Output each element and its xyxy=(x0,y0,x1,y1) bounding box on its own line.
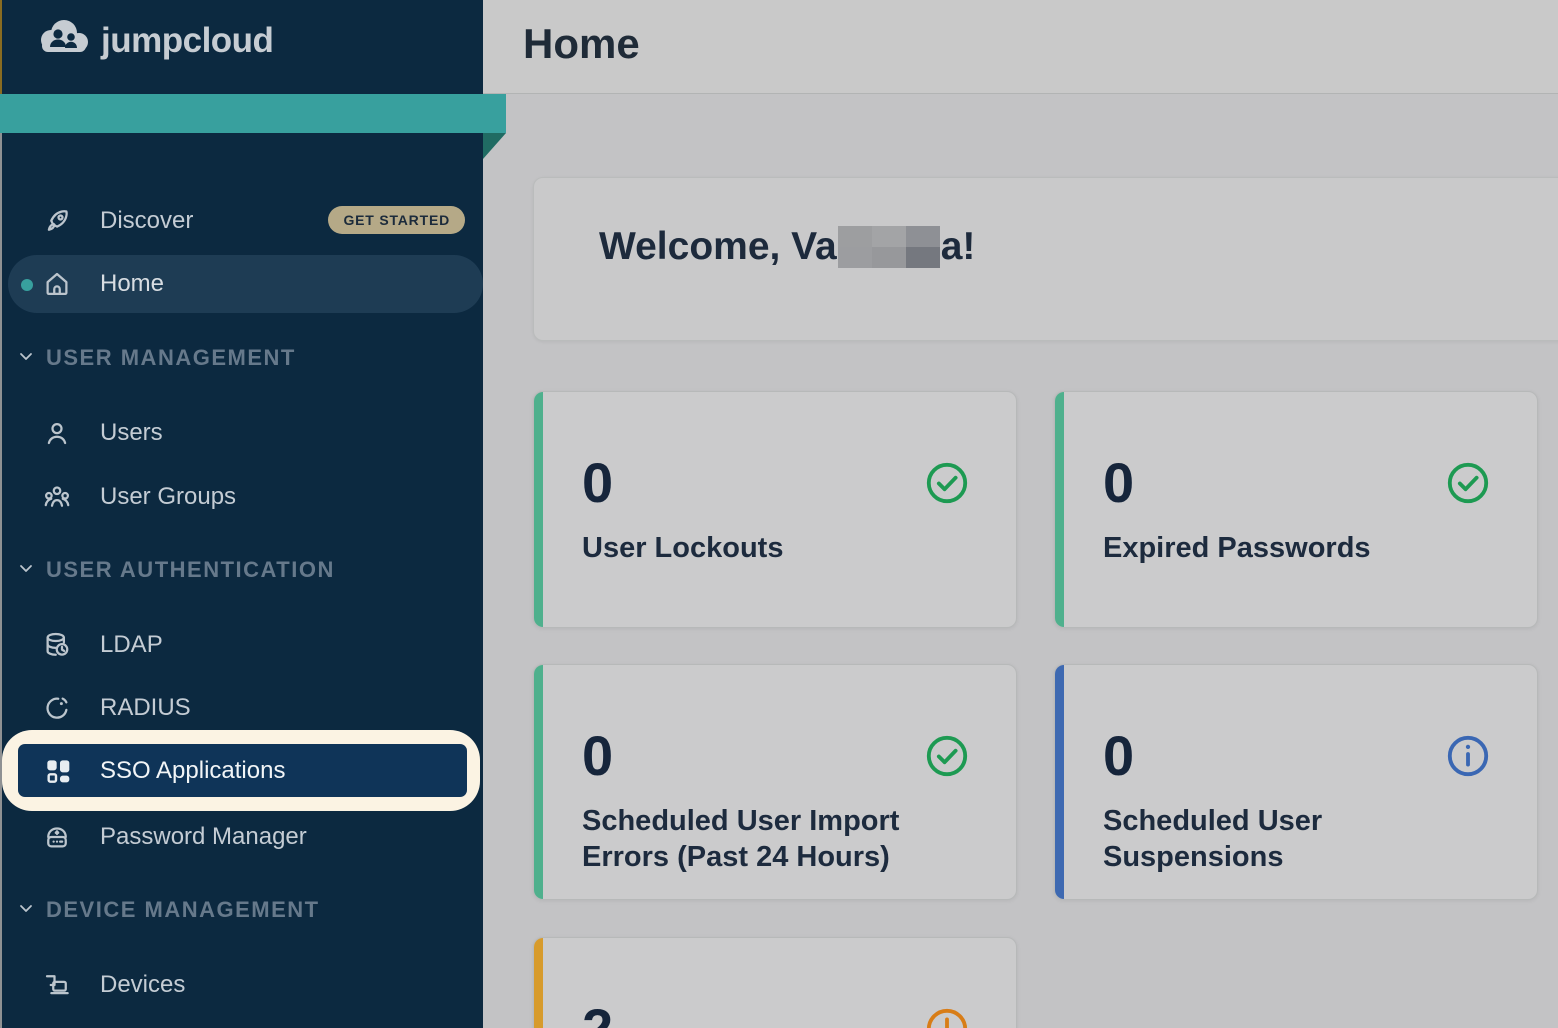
stat-value: 0 xyxy=(582,450,613,515)
sidebar-item-discover[interactable]: Discover GET STARTED xyxy=(2,193,483,249)
active-indicator-dot xyxy=(21,279,33,291)
sidebar-item-label: User Groups xyxy=(100,483,236,511)
get-started-badge: GET STARTED xyxy=(328,206,465,234)
stat-value: 0 xyxy=(1103,450,1134,515)
stat-label: Expired Passwords xyxy=(1103,530,1371,566)
stat-card-scheduled-import-errors[interactable]: 0 Scheduled User Import Errors (Past 24 … xyxy=(533,664,1017,900)
window-edge xyxy=(0,0,2,1028)
sidebar-item-label: LDAP xyxy=(100,631,163,659)
sidebar-item-home[interactable]: Home xyxy=(2,255,483,313)
cloud-logo-icon xyxy=(35,18,93,63)
section-label: DEVICE MANAGEMENT xyxy=(46,897,320,923)
home-icon xyxy=(42,269,72,299)
stat-label: Scheduled User Import Errors (Past 24 Ho… xyxy=(582,803,932,876)
chevron-down-icon xyxy=(18,348,34,369)
stat-card-expired-passwords[interactable]: 0 Expired Passwords xyxy=(1054,391,1538,628)
alert-circle-icon xyxy=(924,1006,970,1028)
page-title: Home xyxy=(523,20,640,68)
chevron-down-icon xyxy=(18,560,34,581)
check-circle-icon xyxy=(924,733,970,779)
sidebar-item-user-groups[interactable]: User Groups xyxy=(2,469,483,525)
chevron-down-icon xyxy=(18,900,34,921)
brand-accent-ribbon xyxy=(0,94,506,133)
sidebar-item-label: Home xyxy=(100,270,164,298)
radar-icon xyxy=(42,693,72,723)
welcome-card: Welcome, Va a! xyxy=(533,177,1558,341)
section-label: USER AUTHENTICATION xyxy=(46,557,335,583)
sidebar-item-password-manager[interactable]: Password Manager xyxy=(2,809,483,865)
sidebar-item-ldap[interactable]: LDAP xyxy=(2,617,483,673)
stat-value: 0 xyxy=(1103,723,1134,788)
page-header: Home xyxy=(483,0,1558,94)
check-circle-icon xyxy=(1445,460,1491,506)
devices-icon xyxy=(42,970,72,1000)
welcome-text-prefix: Welcome, Va xyxy=(599,225,837,269)
vault-icon xyxy=(42,822,72,852)
welcome-text-suffix: a! xyxy=(941,225,976,269)
redacted-name-blur xyxy=(838,226,940,268)
stat-card-scheduled-suspensions[interactable]: 0 Scheduled User Suspensions xyxy=(1054,664,1538,900)
rocket-icon xyxy=(42,206,72,236)
sidebar-item-radius[interactable]: RADIUS xyxy=(2,680,483,736)
logo-wordmark: jumpcloud xyxy=(101,21,273,61)
sidebar-item-label: RADIUS xyxy=(100,694,191,722)
stat-value: 2 xyxy=(582,996,613,1028)
active-item-highlight xyxy=(8,255,483,313)
stat-card-user-lockouts[interactable]: 0 User Lockouts xyxy=(533,391,1017,628)
sidebar-item-label: Discover xyxy=(100,207,193,235)
check-circle-icon xyxy=(924,460,970,506)
welcome-message: Welcome, Va a! xyxy=(599,225,975,269)
sidebar-item-devices[interactable]: Devices xyxy=(2,957,483,1013)
sidebar-item-users[interactable]: Users xyxy=(2,405,483,461)
sidebar-item-label: Devices xyxy=(100,971,185,999)
jumpcloud-logo[interactable]: jumpcloud xyxy=(35,18,273,63)
stat-card-bottom-partial[interactable]: 2 xyxy=(533,937,1017,1028)
stat-label: Scheduled User Suspensions xyxy=(1103,803,1453,876)
stat-label: User Lockouts xyxy=(582,530,783,566)
database-clock-icon xyxy=(42,630,72,660)
sidebar-item-label: SSO Applications xyxy=(100,757,285,785)
user-group-icon xyxy=(42,482,72,512)
stat-value: 0 xyxy=(582,723,613,788)
sidebar: jumpcloud Discover GET STARTED Home USER… xyxy=(2,0,483,1028)
sso-highlight-annotation: SSO Applications xyxy=(2,730,480,811)
sidebar-item-label: Password Manager xyxy=(100,823,307,851)
section-label: USER MANAGEMENT xyxy=(46,345,296,371)
app-grid-icon xyxy=(42,755,74,787)
sidebar-item-sso-applications[interactable]: SSO Applications xyxy=(18,744,467,797)
user-icon xyxy=(42,418,72,448)
sidebar-item-label: Users xyxy=(100,419,163,447)
info-circle-icon xyxy=(1445,733,1491,779)
